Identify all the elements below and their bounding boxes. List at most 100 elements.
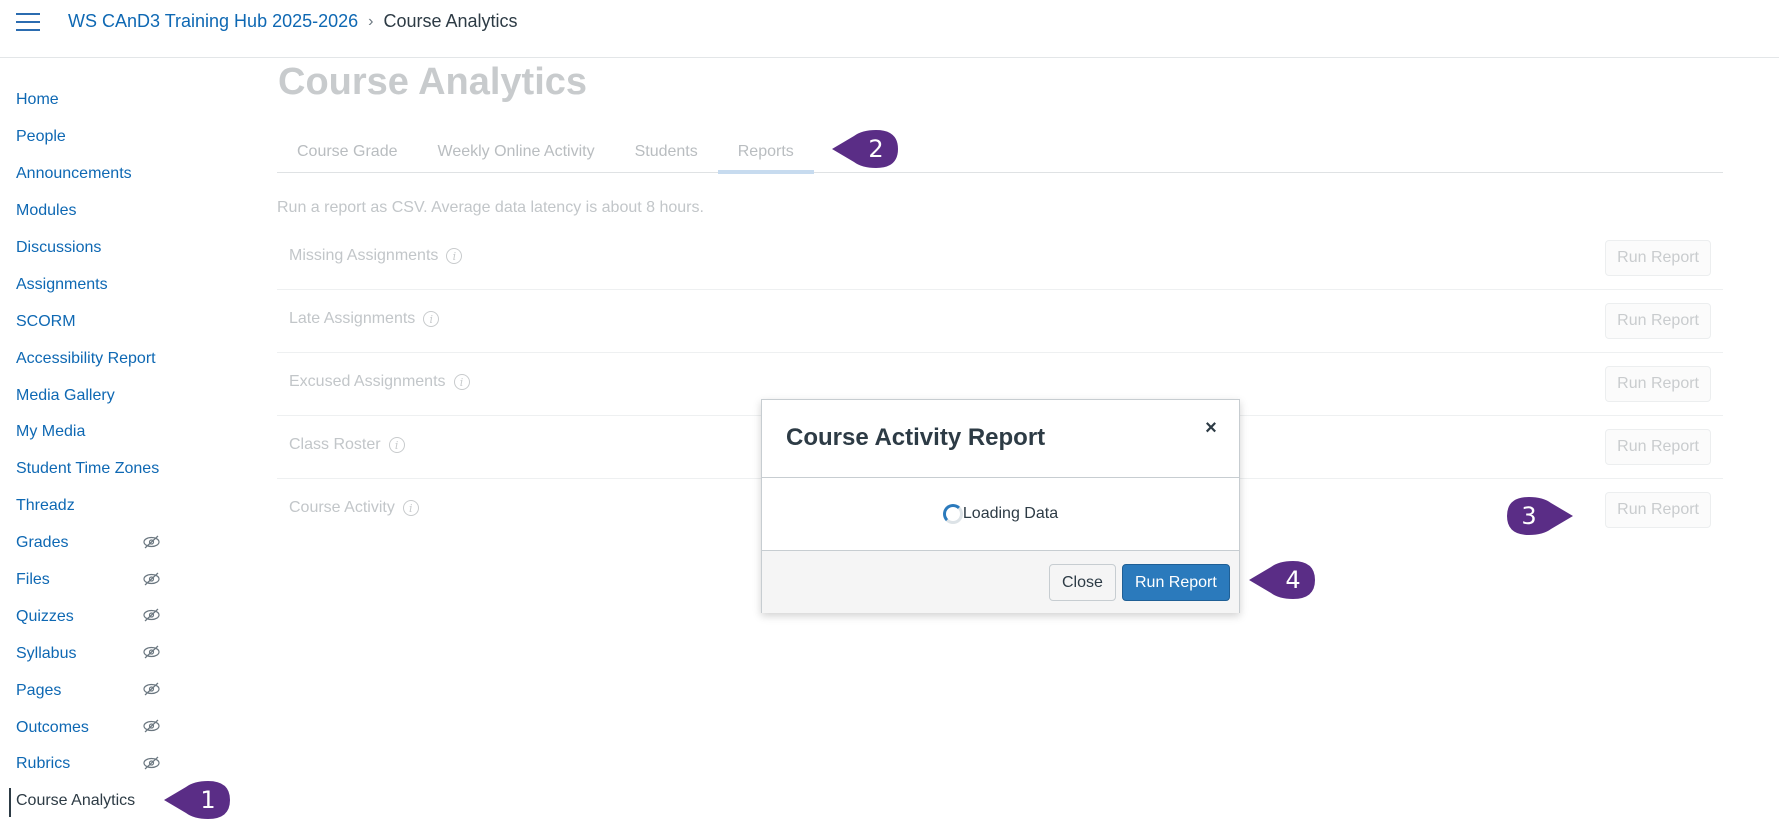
callout-number: 2 [868, 135, 884, 163]
sidebar-item-label: My Media [16, 423, 86, 441]
info-icon[interactable]: i [402, 500, 419, 516]
sidebar-item-label: People [16, 128, 66, 146]
dialog-body: Loading Data [762, 478, 1239, 550]
hidden-from-students-icon [143, 719, 160, 733]
callout-number: 3 [1521, 502, 1537, 530]
sidebar-item-label: Grades [16, 534, 69, 552]
sidebar-item-people[interactable]: People [0, 119, 175, 156]
hidden-from-students-icon [143, 572, 160, 586]
reports-intro-text: Run a report as CSV. Average data latenc… [277, 199, 704, 216]
sidebar-item-label: Modules [16, 202, 77, 220]
report-row-late-assignments: Late Assignments i Run Report [277, 290, 1723, 353]
info-icon[interactable]: i [423, 311, 440, 327]
report-row-missing-assignments: Missing Assignments i Run Report [277, 227, 1723, 290]
report-name: Excused Assignments i [289, 373, 470, 391]
sidebar-item-label: Course Analytics [16, 792, 136, 810]
sidebar-item-label: Discussions [16, 239, 102, 256]
sidebar-item-student-time-zones[interactable]: Student Time Zones [0, 451, 175, 488]
callout-number: 4 [1285, 566, 1301, 594]
sidebar-item-home[interactable]: Home [0, 82, 175, 119]
sidebar-item-label: Rubrics [16, 755, 71, 773]
sidebar-item-label: Files [16, 571, 50, 589]
run-report-button[interactable]: Run Report [1605, 240, 1711, 276]
run-report-button[interactable]: Run Report [1122, 564, 1230, 601]
hidden-from-students-icon [143, 535, 160, 549]
loading-spinner-icon [942, 504, 963, 524]
report-name: Late Assignments i [289, 310, 440, 328]
report-name-label: Late Assignments [289, 310, 416, 327]
top-header: WS CAnD3 Training Hub 2025-2026 › Course… [0, 0, 1779, 58]
sidebar-item-files[interactable]: Files [0, 562, 175, 599]
report-name-label: Class Roster [289, 436, 381, 453]
page-title: Course Analytics [278, 61, 588, 103]
sidebar-item-threadz[interactable]: Threadz [0, 488, 175, 525]
info-icon[interactable]: i [388, 437, 405, 453]
sidebar-item-course-analytics[interactable]: Course Analytics [0, 783, 175, 820]
sidebar-item-label: SCORM [16, 312, 76, 330]
sidebar-item-label: Student Time Zones [16, 460, 160, 478]
run-report-button[interactable]: Run Report [1605, 492, 1711, 528]
callout-marker-2: 2 [832, 130, 898, 168]
run-report-button[interactable]: Run Report [1605, 429, 1711, 465]
report-name-label: Missing Assignments [289, 247, 439, 264]
hidden-from-students-icon [143, 756, 160, 770]
callout-marker-4: 4 [1249, 561, 1315, 599]
report-name: Missing Assignments i [289, 247, 463, 265]
dialog-footer: Close Run Report [762, 550, 1239, 613]
tab-reports[interactable]: Reports [717, 130, 814, 174]
sidebar-item-quizzes[interactable]: Quizzes [0, 598, 175, 635]
sidebar-item-label: Quizzes [16, 607, 74, 625]
sidebar-item-label: Syllabus [16, 644, 77, 662]
report-name: Class Roster i [289, 436, 405, 454]
tab-students[interactable]: Students [615, 130, 718, 173]
close-icon[interactable]: × [1199, 416, 1223, 440]
tab-weekly-online-activity[interactable]: Weekly Online Activity [418, 130, 615, 173]
sidebar-item-label: Threadz [16, 497, 75, 515]
hidden-from-students-icon [143, 645, 160, 659]
loading-text: Loading Data [962, 505, 1059, 522]
run-report-button[interactable]: Run Report [1605, 303, 1711, 339]
run-report-button[interactable]: Run Report [1605, 366, 1711, 402]
info-icon[interactable]: i [453, 374, 470, 390]
breadcrumb-course-link[interactable]: WS CAnD3 Training Hub 2025-2026 [68, 11, 358, 32]
analytics-tabs: Course Grade Weekly Online Activity Studen… [277, 130, 1723, 174]
sidebar-item-label: Accessibility Report [16, 349, 156, 367]
sidebar-item-label: Announcements [16, 165, 132, 183]
report-name-label: Excused Assignments [289, 373, 446, 390]
callout-number: 1 [200, 786, 216, 814]
sidebar-item-my-media[interactable]: My Media [0, 414, 175, 451]
course-activity-report-dialog: Course Activity Report × Loading Data Cl… [761, 399, 1240, 613]
sidebar-item-label: Media Gallery [16, 386, 115, 404]
sidebar-item-scorm[interactable]: SCORM [0, 303, 175, 340]
breadcrumb-current-page: Course Analytics [383, 11, 518, 31]
sidebar-item-syllabus[interactable]: Syllabus [0, 635, 175, 672]
sidebar-item-media-gallery[interactable]: Media Gallery [0, 377, 175, 414]
dialog-title: Course Activity Report [786, 424, 1046, 451]
tab-course-grade[interactable]: Course Grade [277, 130, 418, 173]
hidden-from-students-icon [143, 682, 160, 696]
dialog-header: Course Activity Report × [762, 400, 1239, 478]
callout-marker-1: 1 [164, 781, 230, 819]
report-name-label: Course Activity [289, 499, 395, 516]
info-icon[interactable]: i [446, 248, 463, 264]
breadcrumb-separator-icon: › [368, 12, 374, 30]
sidebar-item-label: Assignments [16, 275, 108, 293]
sidebar-item-label: Outcomes [16, 718, 89, 736]
sidebar-item-discussions[interactable]: Discussions [0, 230, 175, 267]
close-button[interactable]: Close [1049, 564, 1116, 601]
sidebar-item-accessibility-report[interactable]: Accessibility Report [0, 340, 175, 377]
sidebar-item-label: Home [16, 91, 59, 109]
sidebar-item-assignments[interactable]: Assignments [0, 266, 175, 303]
hamburger-menu-icon[interactable] [16, 13, 40, 31]
sidebar-item-rubrics[interactable]: Rubrics [0, 746, 175, 783]
hidden-from-students-icon [143, 608, 160, 622]
sidebar-item-pages[interactable]: Pages [0, 672, 175, 709]
sidebar-item-modules[interactable]: Modules [0, 193, 175, 230]
breadcrumb: WS CAnD3 Training Hub 2025-2026 › Course… [68, 11, 518, 32]
course-navigation: Home People Announcements Modules Discussion… [0, 82, 175, 820]
sidebar-item-grades[interactable]: Grades [0, 525, 175, 562]
sidebar-item-outcomes[interactable]: Outcomes [0, 709, 175, 746]
sidebar-item-announcements[interactable]: Announcements [0, 156, 175, 193]
report-name: Course Activity i [289, 499, 419, 517]
sidebar-item-label: Pages [16, 681, 62, 699]
